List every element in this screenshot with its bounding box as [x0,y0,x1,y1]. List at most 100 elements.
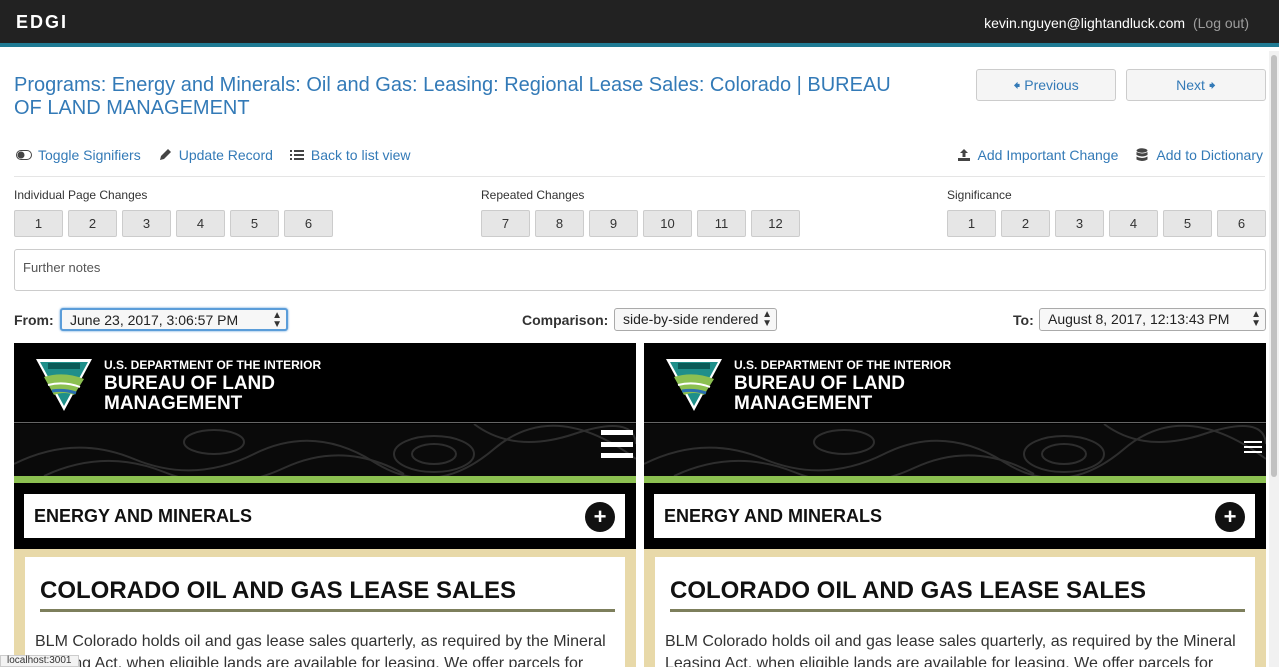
record-actions: Toggle Signifiers Update Record Back to … [16,147,411,163]
annotation-button[interactable]: 12 [751,210,800,237]
annotation-button[interactable]: 10 [643,210,692,237]
to-version-select[interactable]: August 8, 2017, 12:13:43 PM ▲ ▼ [1039,308,1266,331]
page-scrollbar[interactable] [1269,51,1279,667]
comparison-value: side-by-side rendered [623,311,759,327]
from-label: From: [14,312,54,328]
database-icon [1134,147,1150,163]
list-icon [289,147,305,163]
content-card: COLORADO OIL AND GAS LEASE SALES BLM Col… [25,557,625,667]
from-value: June 23, 2017, 3:06:57 PM [70,312,239,328]
annotation-button[interactable]: 2 [1001,210,1050,237]
site-header: U.S. DEPARTMENT OF THE INTERIOR BUREAU O… [14,343,636,423]
toggle-signifiers-label: Toggle Signifiers [38,147,141,163]
to-value: August 8, 2017, 12:13:43 PM [1048,311,1230,327]
user-info: kevin.nguyen@lightandluck.com (Log out) [984,15,1249,31]
section-accordion[interactable]: ENERGY AND MINERALS + [24,494,625,538]
blm-badge-icon [666,359,722,411]
expand-plus-icon[interactable]: + [585,502,615,532]
section-accordion[interactable]: ENERGY AND MINERALS + [654,494,1255,538]
individual-changes-label: Individual Page Changes [14,188,148,202]
annotation-button[interactable]: 4 [176,210,225,237]
topo-lines-decoration [644,423,1266,484]
scrollbar-thumb[interactable] [1271,55,1277,477]
top-navbar: EDGI kevin.nguyen@lightandluck.com (Log … [0,0,1279,47]
annotation-button[interactable]: 1 [947,210,996,237]
topo-banner [14,423,636,484]
toggle-signifiers-link[interactable]: Toggle Signifiers [16,147,141,163]
hamburger-menu-icon[interactable] [1244,441,1262,453]
agency-name-line1: BUREAU OF LAND [734,373,905,394]
content-heading: COLORADO OIL AND GAS LEASE SALES [40,577,517,604]
comparison-select[interactable]: side-by-side rendered ▲ ▼ [614,308,777,331]
previous-button[interactable]: 🠸 Previous [976,69,1116,101]
previous-label: Previous [1024,77,1079,93]
heading-rule [40,609,615,612]
back-to-list-link[interactable]: Back to list view [289,147,411,163]
add-to-dictionary-link[interactable]: Add to Dictionary [1134,147,1263,163]
arrow-left-icon: 🠸 [1013,77,1021,93]
annotation-button[interactable]: 7 [481,210,530,237]
add-important-change-label: Add Important Change [977,147,1119,163]
further-notes-input[interactable]: Further notes [14,249,1266,291]
upload-icon [956,147,972,163]
left-rendered-pane[interactable]: U.S. DEPARTMENT OF THE INTERIOR BUREAU O… [14,343,636,667]
next-button[interactable]: Next 🠺 [1126,69,1266,101]
annotation-button[interactable]: 5 [230,210,279,237]
brand-logo[interactable]: EDGI [16,12,68,33]
divider [14,176,1265,177]
select-arrows-icon: ▲ ▼ [272,310,282,330]
agency-name[interactable]: BUREAU OF LAND MANAGEMENT [104,374,275,414]
content-paragraph: BLM Colorado holds oil and gas lease sal… [665,633,1236,667]
blm-badge-icon [36,359,92,411]
annotation-button[interactable]: 9 [589,210,638,237]
pencil-icon [157,147,173,163]
repeated-changes-label: Repeated Changes [481,188,585,202]
department-name: U.S. DEPARTMENT OF THE INTERIOR [104,358,322,372]
add-to-dictionary-label: Add to Dictionary [1156,147,1263,163]
significance-buttons: 123456 [947,210,1266,237]
hamburger-menu-icon[interactable] [601,430,633,458]
content-card: COLORADO OIL AND GAS LEASE SALES BLM Col… [655,557,1255,667]
green-stripe [644,476,1266,483]
significance-label: Significance [947,188,1012,202]
page-title[interactable]: Programs: Energy and Minerals: Oil and G… [14,74,914,120]
notes-placeholder: Further notes [23,260,101,275]
annotation-button[interactable]: 6 [284,210,333,237]
next-label: Next [1176,77,1205,93]
agency-name-line2: MANAGEMENT [734,393,873,414]
comparison-label: Comparison: [522,312,609,328]
annotation-button[interactable]: 1 [14,210,63,237]
select-arrows-icon: ▲ ▼ [762,309,772,329]
section-title: ENERGY AND MINERALS [664,506,883,526]
agency-name[interactable]: BUREAU OF LAND MANAGEMENT [734,374,905,414]
content-heading: COLORADO OIL AND GAS LEASE SALES [670,577,1147,604]
logout-link[interactable]: (Log out) [1193,15,1249,31]
expand-plus-icon[interactable]: + [1215,502,1245,532]
from-version-select[interactable]: June 23, 2017, 3:06:57 PM ▲ ▼ [60,308,288,331]
add-important-change-link[interactable]: Add Important Change [956,147,1119,163]
update-record-label: Update Record [178,147,273,163]
annotation-button[interactable]: 8 [535,210,584,237]
topo-banner [644,423,1266,484]
heading-rule [670,609,1245,612]
agency-name-line2: MANAGEMENT [104,393,243,414]
section-title: ENERGY AND MINERALS [34,506,253,526]
department-name: U.S. DEPARTMENT OF THE INTERIOR [734,358,952,372]
arrow-right-icon: 🠺 [1208,77,1216,93]
annotation-button[interactable]: 4 [1109,210,1158,237]
annotation-button[interactable]: 3 [1055,210,1104,237]
annotation-button[interactable]: 11 [697,210,746,237]
annotation-button[interactable]: 2 [68,210,117,237]
site-header: U.S. DEPARTMENT OF THE INTERIOR BUREAU O… [644,343,1266,423]
annotation-button[interactable]: 3 [122,210,171,237]
agency-name-line1: BUREAU OF LAND [104,373,275,394]
topo-lines-decoration [14,423,636,484]
right-rendered-pane[interactable]: U.S. DEPARTMENT OF THE INTERIOR BUREAU O… [644,343,1266,667]
select-arrows-icon: ▲ ▼ [1251,309,1261,329]
annotation-button[interactable]: 6 [1217,210,1266,237]
browser-status-bar: localhost:3001 [0,655,79,667]
update-record-link[interactable]: Update Record [157,147,273,163]
content-paragraph: BLM Colorado holds oil and gas lease sal… [35,633,606,667]
annotation-button[interactable]: 5 [1163,210,1212,237]
back-to-list-label: Back to list view [310,147,411,163]
